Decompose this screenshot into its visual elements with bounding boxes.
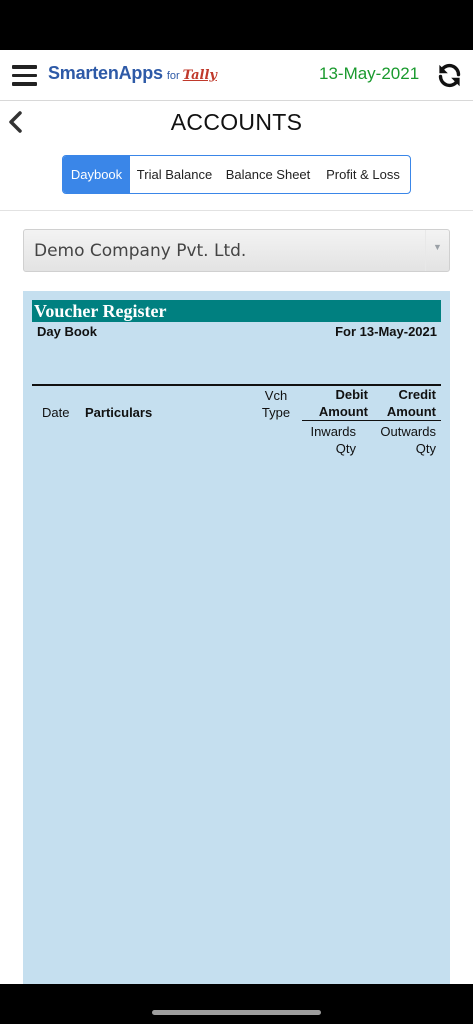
company-select-value: Demo Company Pvt. Ltd. (34, 241, 247, 261)
home-indicator[interactable] (152, 1010, 321, 1015)
app-header: SmartenApps for Tally 13-May-2021 (0, 50, 473, 100)
column-header-date: Date (42, 405, 70, 420)
refresh-icon[interactable] (436, 62, 463, 89)
brand-name: SmartenApps (48, 63, 163, 83)
header-date: 13-May-2021 (319, 64, 420, 83)
dropdown-caret-icon[interactable]: ▼ (425, 230, 449, 271)
column-header-debit-amount: Debit Amount (318, 387, 368, 419)
status-bar (0, 0, 473, 50)
report-tabs: Daybook Trial Balance Balance Sheet Prof… (62, 155, 411, 194)
column-header-vch-type: Vch Type (261, 388, 291, 420)
column-header-credit-amount: Credit Amount (386, 387, 436, 419)
column-header-outwards-qty: Outwards Qty (380, 424, 436, 456)
report-left-heading: Day Book (37, 324, 97, 339)
voucher-register-report: Voucher Register Day Book For 13-May-202… (23, 291, 450, 984)
brand-logo: SmartenApps for Tally (48, 63, 217, 87)
report-title: Voucher Register (32, 300, 441, 322)
section-divider (0, 210, 473, 211)
brand-tally: Tally (182, 68, 217, 83)
system-nav-bar (0, 984, 473, 1024)
header-divider (0, 100, 473, 101)
report-right-heading: For 13-May-2021 (335, 324, 437, 339)
sub-header-rule (302, 420, 441, 421)
tab-trial-balance[interactable]: Trial Balance (130, 156, 219, 193)
column-header-inwards-qty: Inwards Qty (310, 424, 356, 456)
company-select[interactable]: Demo Company Pvt. Ltd. ▼ (23, 229, 450, 272)
tab-profit-loss[interactable]: Profit & Loss (317, 156, 409, 193)
column-header-particulars: Particulars (85, 405, 153, 420)
page-title: ACCOUNTS (170, 109, 303, 135)
tab-daybook[interactable]: Daybook (63, 156, 130, 193)
hamburger-menu-icon[interactable] (12, 65, 37, 86)
brand-for: for (166, 70, 180, 82)
tab-balance-sheet[interactable]: Balance Sheet (219, 156, 317, 193)
